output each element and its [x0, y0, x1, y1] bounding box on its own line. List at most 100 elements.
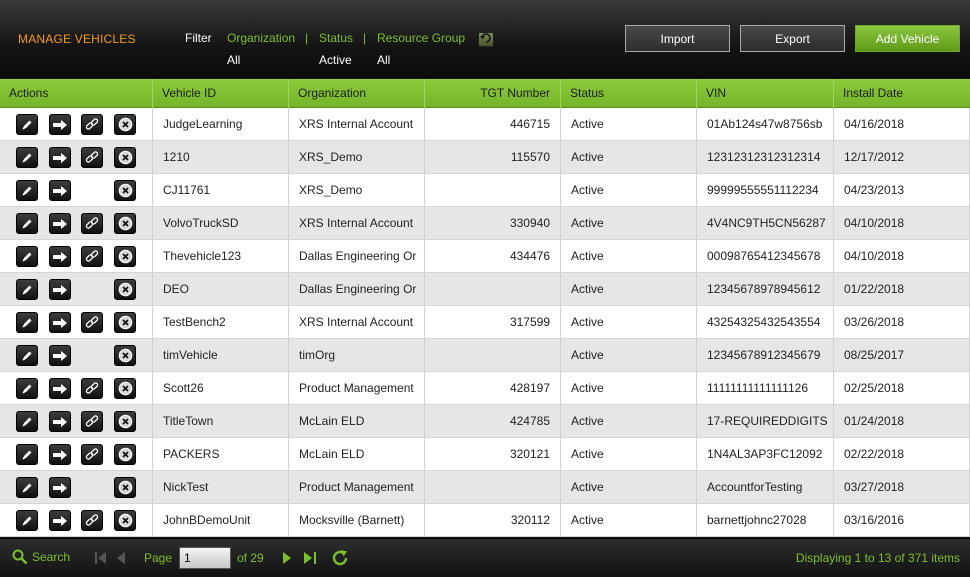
- cell-actions: [0, 471, 153, 503]
- table-row[interactable]: Thevehicle123 Dallas Engineering Or 434476…: [0, 240, 970, 273]
- column-header-tgt-number[interactable]: TGT Number: [425, 79, 561, 108]
- arrow-right-icon[interactable]: [49, 510, 71, 531]
- chain-link-icon[interactable]: [81, 312, 103, 333]
- arrow-right-icon[interactable]: [49, 477, 71, 498]
- cell-vin: 4V4NC9TH5CN56287: [697, 207, 834, 239]
- circle-x-icon[interactable]: [114, 213, 136, 234]
- prev-page-icon[interactable]: [117, 552, 126, 564]
- import-button[interactable]: Import: [625, 25, 730, 52]
- search-button[interactable]: Search: [12, 549, 70, 565]
- cell-status: Active: [561, 471, 697, 503]
- table-row[interactable]: NickTest Product Management Active Accountf…: [0, 471, 970, 504]
- circle-x-icon[interactable]: [114, 246, 136, 267]
- table-row[interactable]: TestBench2 XRS Internal Account 317599 Acti…: [0, 306, 970, 339]
- pencil-icon[interactable]: [16, 312, 38, 333]
- pencil-icon[interactable]: [16, 345, 38, 366]
- last-page-icon[interactable]: [304, 552, 316, 564]
- cell-actions: [0, 240, 153, 272]
- pencil-icon[interactable]: [16, 180, 38, 201]
- chain-link-icon[interactable]: [81, 411, 103, 432]
- column-header-install-date[interactable]: Install Date: [834, 79, 970, 108]
- cell-vehicle-id: VolvoTruckSD: [153, 207, 289, 239]
- chain-link-icon[interactable]: [81, 510, 103, 531]
- table-row[interactable]: Scott26 Product Management 428197 Active 111…: [0, 372, 970, 405]
- circle-x-icon[interactable]: [114, 378, 136, 399]
- circle-x-icon[interactable]: [114, 411, 136, 432]
- pencil-icon[interactable]: [16, 213, 38, 234]
- chain-link-icon[interactable]: [81, 378, 103, 399]
- arrow-right-icon[interactable]: [49, 411, 71, 432]
- chain-link-icon[interactable]: [81, 114, 103, 135]
- column-header-actions[interactable]: Actions: [0, 79, 153, 108]
- table-row[interactable]: timVehicle timOrg Active 12345678912345679 0…: [0, 339, 970, 372]
- page-title: MANAGE VEHICLES: [18, 32, 136, 46]
- table-row[interactable]: CJ11761 XRS_Demo Active 99999555551112234 04…: [0, 174, 970, 207]
- table-row[interactable]: 1210 XRS_Demo 115570 Active 1231231231231231…: [0, 141, 970, 174]
- filter-resource-group-link[interactable]: Resource Group: [377, 31, 465, 45]
- chain-link-icon[interactable]: [81, 147, 103, 168]
- table-row[interactable]: VolvoTruckSD XRS Internal Account 330940 Ac…: [0, 207, 970, 240]
- column-header-organization[interactable]: Organization: [289, 79, 425, 108]
- export-button[interactable]: Export: [740, 25, 845, 52]
- circle-x-icon[interactable]: [114, 114, 136, 135]
- circle-x-icon[interactable]: [114, 444, 136, 465]
- pencil-icon[interactable]: [16, 477, 38, 498]
- circle-x-icon[interactable]: [114, 312, 136, 333]
- chain-link-icon[interactable]: [81, 213, 103, 234]
- page-number-input[interactable]: [179, 547, 231, 569]
- pencil-icon[interactable]: [16, 378, 38, 399]
- cell-vin: 1N4AL3AP3FC12092: [697, 438, 834, 470]
- cell-organization: McLain ELD: [289, 405, 425, 437]
- arrow-right-icon[interactable]: [49, 345, 71, 366]
- circle-x-icon[interactable]: [114, 180, 136, 201]
- arrow-right-icon[interactable]: [49, 147, 71, 168]
- cell-actions: [0, 273, 153, 305]
- table-row[interactable]: PACKERS McLain ELD 320121 Active 1N4AL3AP3FC…: [0, 438, 970, 471]
- pencil-icon[interactable]: [16, 279, 38, 300]
- filter-status-link[interactable]: Status: [319, 31, 353, 45]
- table-row[interactable]: JohnBDemoUnit Mocksville (Barnett) 320112 A…: [0, 504, 970, 537]
- cell-actions: [0, 174, 153, 206]
- cell-tgt-number: 330940: [425, 207, 561, 239]
- pencil-icon[interactable]: [16, 510, 38, 531]
- chain-link-icon[interactable]: [81, 246, 103, 267]
- cell-vehicle-id: DEO: [153, 273, 289, 305]
- circle-x-icon[interactable]: [114, 345, 136, 366]
- filter-organization-link[interactable]: Organization: [227, 31, 295, 45]
- pencil-icon[interactable]: [16, 246, 38, 267]
- arrow-right-icon[interactable]: [49, 444, 71, 465]
- column-header-status[interactable]: Status: [561, 79, 697, 108]
- reset-filter-icon[interactable]: [478, 32, 494, 47]
- chain-link-icon[interactable]: [81, 444, 103, 465]
- column-header-vin[interactable]: VIN: [697, 79, 834, 108]
- circle-x-icon[interactable]: [114, 147, 136, 168]
- refresh-icon[interactable]: [331, 549, 349, 567]
- arrow-right-icon[interactable]: [49, 180, 71, 201]
- arrow-right-icon[interactable]: [49, 246, 71, 267]
- pencil-icon[interactable]: [16, 411, 38, 432]
- filter-resource-group-value: All: [377, 53, 391, 67]
- cell-vehicle-id: Thevehicle123: [153, 240, 289, 272]
- arrow-right-icon[interactable]: [49, 312, 71, 333]
- cell-tgt-number: 320121: [425, 438, 561, 470]
- cell-vin: 12312312312312314: [697, 141, 834, 173]
- circle-x-icon[interactable]: [114, 279, 136, 300]
- next-page-icon[interactable]: [283, 552, 292, 564]
- circle-x-icon[interactable]: [114, 510, 136, 531]
- pencil-icon[interactable]: [16, 147, 38, 168]
- arrow-right-icon[interactable]: [49, 378, 71, 399]
- column-header-vehicle-id[interactable]: Vehicle ID: [153, 79, 289, 108]
- cell-status: Active: [561, 339, 697, 371]
- pencil-icon[interactable]: [16, 114, 38, 135]
- table-row[interactable]: TitleTown McLain ELD 424785 Active 17-REQUIR…: [0, 405, 970, 438]
- arrow-right-icon[interactable]: [49, 279, 71, 300]
- arrow-right-icon[interactable]: [49, 114, 71, 135]
- add-vehicle-button[interactable]: Add Vehicle: [855, 25, 960, 52]
- arrow-right-icon[interactable]: [49, 213, 71, 234]
- cell-vin: 01Ab124s47w8756sb: [697, 108, 834, 140]
- circle-x-icon[interactable]: [114, 477, 136, 498]
- table-row[interactable]: JudgeLearning XRS Internal Account 446715 A…: [0, 108, 970, 141]
- table-row[interactable]: DEO Dallas Engineering Or Active 1234567897…: [0, 273, 970, 306]
- first-page-icon[interactable]: [95, 552, 107, 564]
- pencil-icon[interactable]: [16, 444, 38, 465]
